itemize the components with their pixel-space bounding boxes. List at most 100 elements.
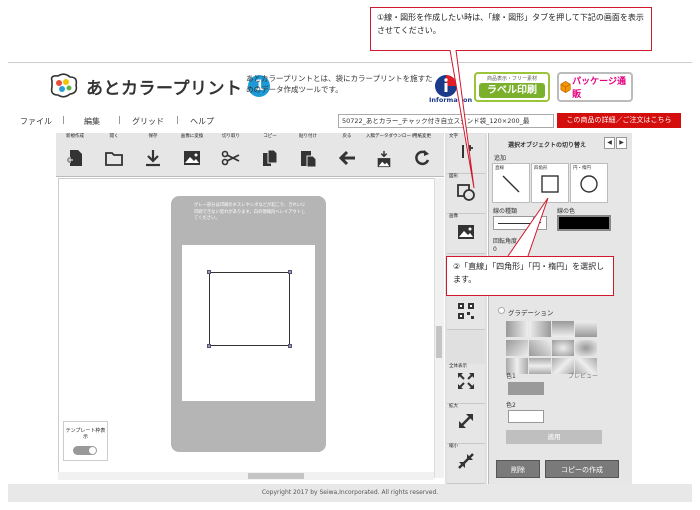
gradient-swatch[interactable] bbox=[506, 340, 528, 356]
apply-button[interactable]: 適用 bbox=[506, 430, 602, 444]
copy-tool-label: コピー bbox=[263, 134, 277, 139]
fit-screen-icon bbox=[458, 373, 474, 389]
paste-button[interactable]: 貼り付け bbox=[290, 134, 326, 176]
horizontal-scrollbar[interactable] bbox=[58, 472, 434, 480]
full-view-label: 全体表示 bbox=[449, 364, 467, 369]
app-logo[interactable]: あとカラープリント 1 bbox=[48, 72, 271, 100]
circle-shape-button[interactable]: 円・楕円 bbox=[570, 163, 608, 203]
download-arrow-icon bbox=[146, 150, 160, 167]
bag-warning-note: グレー部分は印刷のネスレやシボなどが起こり、きれいに印刷できない恐れがあります。… bbox=[194, 203, 306, 221]
label-print-banner[interactable]: 商品表示・フリー素材 ラベル印刷 bbox=[474, 72, 550, 102]
menu-edit[interactable]: 編集 bbox=[84, 116, 100, 127]
new-label: 新規作成 bbox=[66, 134, 84, 139]
menu-help[interactable]: ヘルプ bbox=[190, 116, 214, 127]
vertical-scroll-thumb[interactable] bbox=[436, 326, 442, 358]
menu-grid[interactable]: グリッド bbox=[132, 116, 164, 127]
callout-step2: ②「直線」「四角形」「円・楕円」を選択します。 bbox=[446, 256, 614, 296]
save-button[interactable]: 保存 bbox=[135, 134, 171, 176]
gradient-swatch[interactable] bbox=[529, 358, 551, 374]
horizontal-scroll-thumb[interactable] bbox=[248, 473, 304, 479]
menu-separator: | bbox=[62, 115, 65, 124]
change-paper-button[interactable]: 用紙変更 bbox=[404, 134, 440, 176]
image-convert-label: 画像に変換 bbox=[180, 134, 204, 139]
refresh-icon bbox=[415, 150, 430, 166]
color1-swatch[interactable] bbox=[508, 382, 544, 395]
image-download-icon bbox=[377, 150, 391, 168]
label-print-banner-title: ラベル印刷 bbox=[479, 83, 545, 98]
order-details-button[interactable]: この商品の詳細／ご注文はこちら bbox=[557, 113, 681, 128]
square-icon bbox=[541, 175, 559, 193]
zoom-out-button[interactable]: 縮小 bbox=[447, 444, 485, 484]
paste-label: 貼り付け bbox=[299, 134, 317, 139]
picture-icon bbox=[184, 151, 200, 165]
new-button[interactable]: 新規作成 bbox=[57, 134, 93, 176]
open-button[interactable]: 開く bbox=[96, 134, 132, 176]
color2-label: 色2 bbox=[506, 402, 516, 409]
gradient-swatch[interactable] bbox=[575, 321, 597, 337]
full-view-button[interactable]: 全体表示 bbox=[447, 364, 485, 404]
gradient-swatch[interactable] bbox=[529, 321, 551, 337]
template-frame-panel: テンプレート枠表示 bbox=[63, 421, 108, 461]
color1-label: 色1 bbox=[506, 373, 516, 380]
gradient-radio[interactable] bbox=[498, 307, 505, 314]
scissors-icon bbox=[221, 150, 240, 166]
zoom-in-button[interactable]: 拡大 bbox=[447, 404, 485, 444]
cut-label: 切り取り bbox=[222, 134, 240, 139]
logo-mark-icon bbox=[50, 73, 78, 98]
resize-handle[interactable] bbox=[288, 270, 292, 274]
callout-step1-pointer bbox=[449, 50, 475, 189]
next-object-button[interactable]: ▶ bbox=[616, 137, 627, 149]
rectangle-object[interactable] bbox=[209, 272, 290, 346]
delete-button[interactable]: 削除 bbox=[496, 460, 540, 478]
arrow-left-icon bbox=[338, 150, 355, 166]
callout-step1: ①線・図形を作成したい時は、「線・図形」タブを押して下記の画面を表示させてくださ… bbox=[370, 7, 652, 51]
resize-handle[interactable] bbox=[207, 270, 211, 274]
zoom-out-label: 縮小 bbox=[449, 444, 458, 449]
download-data-button[interactable]: 入稿データダウンロード bbox=[366, 134, 416, 176]
resize-handle[interactable] bbox=[207, 344, 211, 348]
color2-swatch[interactable] bbox=[508, 410, 544, 423]
add-label: 追加 bbox=[494, 155, 507, 162]
expand-arrow-icon bbox=[459, 414, 473, 428]
label-print-banner-subtitle: 商品表示・フリー素材 bbox=[486, 76, 537, 82]
package-shop-banner[interactable]: パッケージ通販 bbox=[557, 72, 633, 102]
gradient-swatch[interactable] bbox=[529, 340, 551, 356]
save-label: 保存 bbox=[148, 134, 158, 139]
rectangle-shape-label: 四角形 bbox=[534, 166, 548, 171]
prev-object-button[interactable]: ◀ bbox=[604, 137, 615, 149]
app-tagline: あとカラープリントとは、袋にカラープリントを施すためのデータ作成ツールです。 bbox=[246, 74, 433, 94]
image-convert-button[interactable]: 画像に変換 bbox=[174, 134, 210, 176]
menu-separator: | bbox=[118, 115, 121, 124]
line-shape-label: 直線 bbox=[495, 166, 504, 171]
gradient-swatch[interactable] bbox=[552, 340, 574, 356]
back-button[interactable]: 戻る bbox=[329, 134, 365, 176]
open-label: 開く bbox=[109, 134, 119, 139]
line-icon bbox=[502, 175, 520, 193]
package-box-icon bbox=[560, 80, 571, 94]
download-data-label: 入稿データダウンロード bbox=[366, 134, 416, 139]
paste-icon bbox=[301, 151, 317, 168]
template-frame-toggle[interactable] bbox=[73, 446, 97, 455]
zoom-in-label: 拡大 bbox=[449, 404, 458, 409]
menu-file[interactable]: ファイル bbox=[20, 116, 52, 127]
gradient-swatch[interactable] bbox=[506, 321, 528, 337]
new-document-icon bbox=[67, 150, 82, 166]
package-shop-banner-text: パッケージ通販 bbox=[572, 77, 626, 100]
preview-label: プレビュー bbox=[568, 373, 599, 380]
gradient-label: グラデーション bbox=[508, 309, 554, 317]
image-tab[interactable]: 画像 bbox=[447, 214, 485, 254]
callout-step2-pointer bbox=[507, 197, 549, 257]
gradient-swatch[interactable] bbox=[552, 321, 574, 337]
cut-button[interactable]: 切り取り bbox=[213, 134, 249, 176]
resize-handle[interactable] bbox=[288, 344, 292, 348]
image-tab-label: 画像 bbox=[449, 214, 458, 219]
copy-tool-button[interactable]: コピー bbox=[252, 134, 288, 176]
change-paper-label: 用紙変更 bbox=[413, 134, 431, 139]
gradient-swatch[interactable] bbox=[575, 340, 597, 356]
rotation-value[interactable]: 0 bbox=[493, 246, 497, 253]
create-copy-button[interactable]: コピーの作成 bbox=[545, 460, 619, 478]
folder-icon bbox=[105, 152, 123, 166]
qr-code-tab[interactable] bbox=[447, 294, 485, 330]
line-color-swatch[interactable] bbox=[557, 215, 611, 231]
circle-icon bbox=[580, 175, 598, 193]
